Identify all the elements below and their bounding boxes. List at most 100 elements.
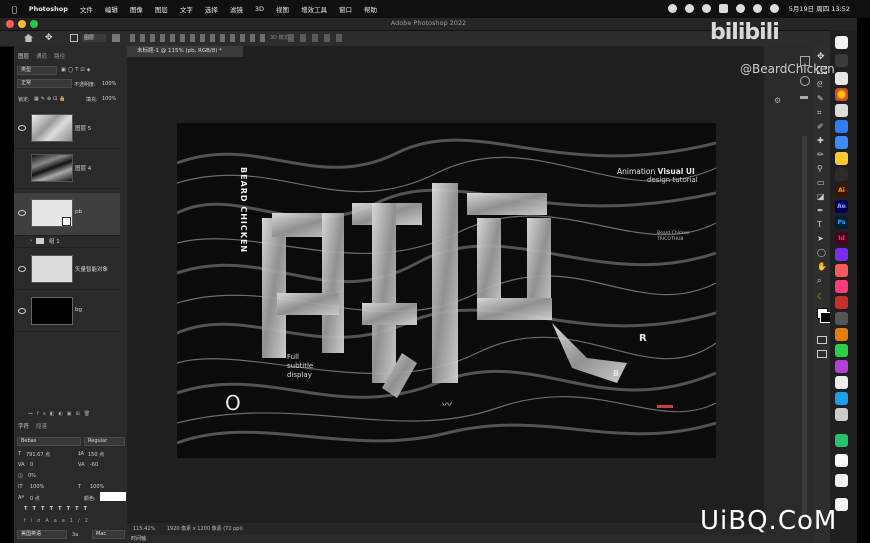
text-style-icons[interactable]: TTTTTTTT [24,506,92,512]
menu-3d[interactable]: 3D [255,5,264,13]
eyedropper-icon[interactable]: ✐ [817,122,827,131]
font-style-select[interactable]: Regular [84,437,125,446]
move-tool-icon[interactable]: ✥ [817,52,827,62]
shape-tool-icon[interactable]: ◯ [817,248,827,257]
blend-mode-select[interactable]: 正常 [17,79,72,88]
dock-app-icon[interactable] [835,296,848,309]
clock[interactable]: 5月19日 周四 13:52 [789,3,850,13]
home-icon[interactable] [24,34,33,42]
canvas[interactable]: BEARD CHICKEN Animation Visual UI design… [177,123,716,458]
menu-window[interactable]: 窗口 [339,4,352,14]
menu-filter[interactable]: 滤镜 [230,4,243,14]
menu-plugins[interactable]: 增效工具 [301,4,327,14]
auto-select-target[interactable]: 图层 [82,34,106,42]
dock-app-icon[interactable] [835,360,848,373]
tab-paths[interactable]: 路径 [54,52,65,60]
zoom-level[interactable]: 115.41% [133,526,155,532]
dock-app-icon[interactable] [835,72,848,85]
language-select[interactable]: 美国英语 [17,530,67,539]
lasso-tool-icon[interactable]: ᘓ [817,80,827,89]
blender-icon[interactable] [835,328,848,341]
dock-app-icon[interactable] [835,434,848,447]
group-row[interactable]: › 组 1 [14,235,120,248]
baseline-value[interactable]: 0 点 [30,495,40,502]
font-family-select[interactable]: Bebas [17,437,81,446]
eraser-tool-icon[interactable]: ▭ [817,178,827,187]
layer-actions-icons[interactable]: ⊶fx◧◐▣⊞🗑 [28,411,94,417]
kerning-value[interactable]: 0 [30,462,33,468]
healing-brush-icon[interactable]: ✚ [817,136,827,145]
lock-icons[interactable]: ▦✎⊕⊡🔒 [34,96,68,102]
document-info[interactable]: 1920 像素 x 1200 像素 (72 ppi) [167,526,243,532]
vertical-scale-value[interactable]: 100% [30,484,44,490]
3d-mode-icons[interactable] [288,34,348,42]
menu-select[interactable]: 选择 [205,4,218,14]
menu-edit[interactable]: 编辑 [105,4,118,14]
wifi-icon[interactable] [735,3,745,13]
illustrator-icon[interactable]: Ai [835,184,848,197]
edit-toolbar-icon[interactable]: ☾ [817,292,827,301]
menu-app-name[interactable]: Photoshop [29,5,68,13]
move-tool-icon[interactable]: ✥ [45,34,54,43]
tracking-value[interactable]: -60 [90,462,98,468]
dock-app-icon[interactable] [835,248,848,261]
transform-controls-checkbox[interactable] [112,34,120,42]
dock-app-icon[interactable] [835,120,848,133]
status-icon-3[interactable] [701,3,711,13]
indesign-icon[interactable]: Id [835,232,848,245]
path-select-icon[interactable]: ➤ [817,234,827,243]
status-icon-1[interactable] [667,3,677,13]
tab-channels[interactable]: 通道 [36,52,47,60]
screen-mode-icon[interactable] [817,350,827,358]
quick-select-icon[interactable]: ✎ [817,94,827,103]
font-size-value[interactable]: 791.67 点 [26,451,50,458]
align-distribute-icons[interactable] [130,34,265,42]
visibility-eye-icon[interactable] [18,308,26,314]
control-center-icon[interactable] [769,3,779,13]
brush-tool-icon[interactable]: ✏ [817,150,827,159]
dock-app-icon[interactable] [835,408,848,421]
adjust-panel-icon[interactable] [800,96,808,99]
layer-row[interactable]: 矢量智能对象 [14,249,120,290]
dock-app-icon[interactable] [835,312,848,325]
photoshop-icon[interactable]: Ps [835,216,848,229]
opacity-value[interactable]: 100% [102,81,116,87]
visibility-eye-icon[interactable] [18,125,26,131]
layer-filter-select[interactable]: 类型 [17,66,57,75]
menu-view[interactable]: 视图 [276,4,289,14]
menu-layer[interactable]: 图层 [155,4,168,14]
brush-settings-icon[interactable]: ⚙ [774,96,781,105]
dock-app-icon[interactable] [835,454,848,467]
battery-icon[interactable] [718,3,728,13]
layer-row[interactable]: 图层 4 [14,148,120,189]
chrome-icon[interactable] [835,88,848,101]
dock-app-icon[interactable] [835,264,848,277]
zoom-tool-icon[interactable]: ⌕ [817,276,827,285]
menu-image[interactable]: 图像 [130,4,143,14]
gradient-tool-icon[interactable]: ◪ [817,192,827,201]
stamp-tool-icon[interactable]: ⚲ [817,164,827,173]
dock-app-icon[interactable] [835,280,848,293]
fill-value[interactable]: 100% [102,96,116,102]
leading-value[interactable]: 150 点 [88,451,104,458]
visibility-eye-icon[interactable] [18,210,26,216]
layer-row[interactable]: 图层 5 [14,108,120,149]
timeline-panel-tab[interactable]: 时间轴 [127,535,768,543]
dock-app-icon[interactable] [835,392,848,405]
menu-file[interactable]: 文件 [80,4,93,14]
dock-app-icon[interactable] [835,36,848,49]
menu-help[interactable]: 帮助 [364,4,377,14]
dock-app-icon[interactable] [835,344,848,357]
properties-panel-icon[interactable] [800,76,810,86]
opentype-icons[interactable]: fiσAaa1/2 [24,518,93,524]
document-tab[interactable]: 未标题-1 @ 115% (pb, RGB/8) * [127,46,243,57]
status-icon-2[interactable] [684,3,694,13]
search-icon[interactable] [752,3,762,13]
layer-row[interactable]: bg [14,291,120,332]
quick-mask-icon[interactable] [817,336,827,344]
tab-character[interactable]: 字符 [18,422,29,430]
dock-app-icon[interactable] [835,168,848,181]
visibility-eye-icon[interactable] [18,266,26,272]
dock-app-icon[interactable] [835,152,848,165]
apple-icon[interactable]:  [12,5,17,14]
